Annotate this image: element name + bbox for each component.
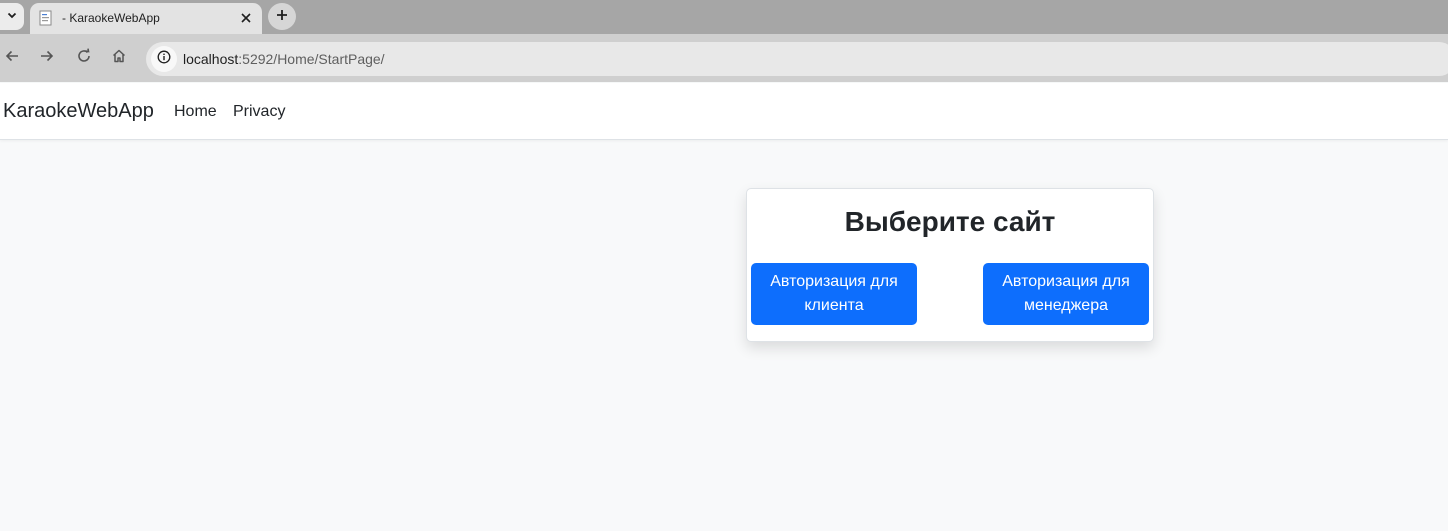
new-tab-button[interactable] — [268, 3, 296, 30]
browser-toolbar: localhost:5292/Home/StartPage/ — [0, 34, 1448, 82]
site-navbar: KaraokeWebApp Home Privacy — [0, 83, 1448, 140]
browser-tab[interactable]: - KaraokeWebApp — [30, 3, 262, 34]
arrow-left-icon — [4, 48, 20, 69]
browser-tabstrip: - KaraokeWebApp — [0, 0, 1448, 34]
site-select-card: Выберите сайт Авторизация для клиента Ав… — [746, 188, 1154, 342]
address-bar[interactable]: localhost:5292/Home/StartPage/ — [146, 42, 1448, 76]
forward-button[interactable] — [35, 46, 59, 70]
card-title: Выберите сайт — [844, 206, 1056, 237]
close-icon[interactable] — [236, 8, 256, 28]
home-button[interactable] — [107, 46, 131, 70]
back-button[interactable] — [0, 46, 24, 70]
home-icon — [111, 48, 127, 69]
chevron-down-icon — [6, 8, 18, 26]
manager-login-button[interactable]: Авторизация для менеджера — [983, 263, 1149, 325]
site-info-button[interactable] — [151, 46, 177, 72]
tab-search-button[interactable] — [0, 3, 24, 30]
url-path: :5292/Home/StartPage/ — [238, 51, 385, 67]
reload-button[interactable] — [72, 46, 96, 70]
info-icon — [157, 50, 171, 69]
nav-link-privacy[interactable]: Privacy — [233, 103, 285, 121]
plus-icon — [276, 8, 288, 26]
page-icon — [39, 10, 54, 26]
nav-link-home[interactable]: Home — [174, 103, 217, 121]
url-host: localhost — [183, 51, 239, 67]
reload-icon — [76, 47, 92, 69]
navbar-brand[interactable]: KaraokeWebApp — [3, 100, 154, 123]
arrow-right-icon — [39, 48, 55, 69]
client-login-button[interactable]: Авторизация для клиента — [751, 263, 917, 325]
tab-title: - KaraokeWebApp — [62, 11, 160, 25]
url-text[interactable]: localhost:5292/Home/StartPage/ — [183, 51, 385, 67]
